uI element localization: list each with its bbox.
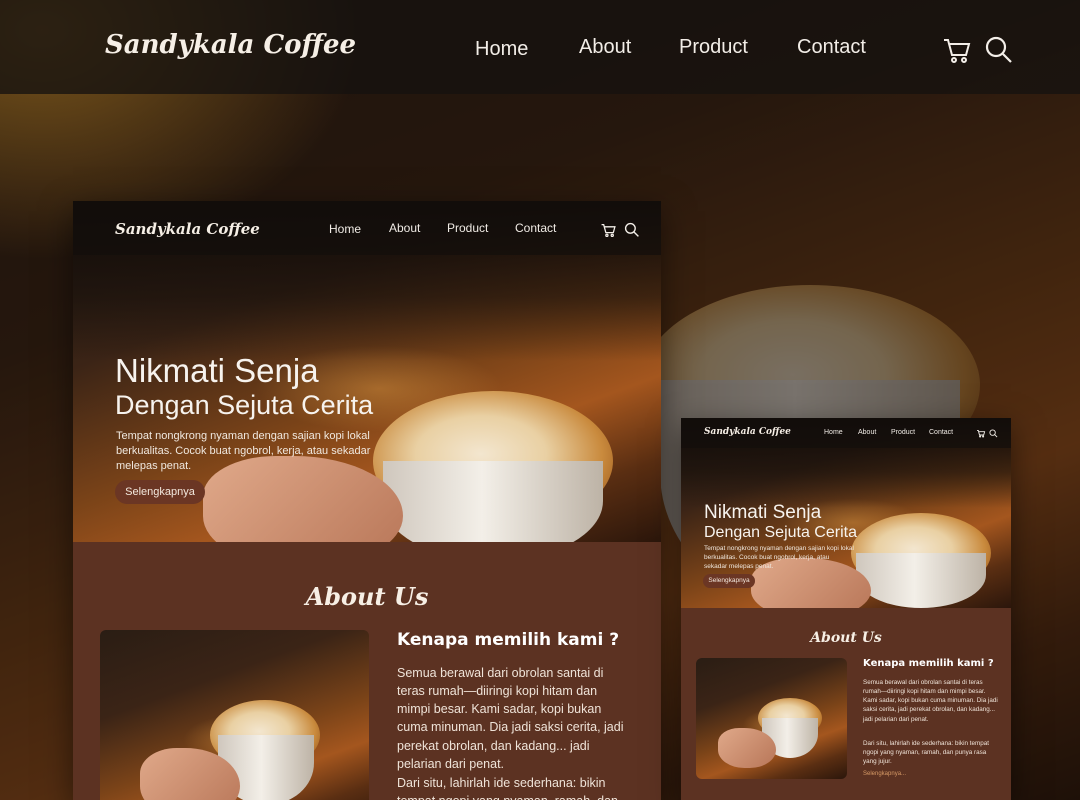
small-about-subheading: Kenapa memilih kami ? xyxy=(863,658,994,669)
small-hero-section: Sandykala Coffee Home About Product Cont… xyxy=(681,418,1011,608)
small-hero-description: Tempat nongkrong nyaman dengan sajian ko… xyxy=(704,545,854,570)
about-subheading: Kenapa memilih kami ? xyxy=(397,630,620,650)
small-mock-navbar: Sandykala Coffee Home About Product Cont… xyxy=(681,418,1011,448)
small-about-image xyxy=(696,658,847,779)
nav-product[interactable]: Product xyxy=(679,36,748,59)
hero-section: Sandykala Coffee Home About Product Cont… xyxy=(73,201,661,542)
about-paragraph-2: Dari situ, lahirlah ide sederhana: bikin… xyxy=(397,776,618,800)
about-heading: About Us xyxy=(305,582,429,611)
about-paragraph-1: Semua berawal dari obrolan santai di ter… xyxy=(397,666,624,771)
small-mock-nav-contact[interactable]: Contact xyxy=(929,429,953,436)
brand-logo[interactable]: Sandykala Coffee xyxy=(105,30,356,60)
hero-description: Tempat nongkrong nyaman dengan sajian ko… xyxy=(116,430,371,472)
small-about-paragraph-1: Semua berawal dari obrolan santai di ter… xyxy=(863,679,998,723)
search-icon[interactable] xyxy=(984,35,1014,65)
hero-cta-button[interactable]: Selengkapnya xyxy=(115,480,205,504)
small-hero-cta-button[interactable]: Selengkapnya xyxy=(703,574,755,588)
small-mock-nav-product[interactable]: Product xyxy=(891,429,915,436)
small-about-section: About Us Kenapa memilih kami ? Semua ber… xyxy=(681,608,1011,800)
small-mock-brand[interactable]: Sandykala Coffee xyxy=(704,427,791,437)
mock-navbar: Sandykala Coffee Home About Product Cont… xyxy=(73,201,661,255)
small-mock-nav-about[interactable]: About xyxy=(858,429,876,436)
small-mock-cart-icon[interactable] xyxy=(976,429,986,438)
mock-nav-product[interactable]: Product xyxy=(447,221,488,235)
small-mock-nav-home[interactable]: Home xyxy=(824,429,843,436)
about-section: About Us Kenapa memilih kami ? Semua ber… xyxy=(73,542,661,800)
mock-nav-about[interactable]: About xyxy=(389,221,420,235)
small-hero-title-line1: Nikmati Senja xyxy=(704,502,822,523)
main-navbar: Sandykala Coffee Home About Product Cont… xyxy=(0,0,1080,94)
desktop-mockup: Sandykala Coffee Home About Product Cont… xyxy=(73,201,661,800)
hero-title-line2: Dengan Sejuta Cerita xyxy=(115,390,374,420)
small-hero-title-line2: Dengan Sejuta Cerita xyxy=(704,524,857,541)
hero-title-line1: Nikmati Senja xyxy=(115,352,319,389)
mock-cart-icon[interactable] xyxy=(600,222,617,238)
mock-search-icon[interactable] xyxy=(624,222,640,238)
small-about-paragraph-2: Dari situ, lahirlah ide sederhana: bikin… xyxy=(863,740,990,766)
nav-home[interactable]: Home xyxy=(475,38,528,61)
nav-about[interactable]: About xyxy=(579,36,631,59)
small-mock-search-icon[interactable] xyxy=(989,429,998,438)
mock-nav-contact[interactable]: Contact xyxy=(515,221,556,235)
small-about-heading: About Us xyxy=(810,630,882,646)
small-read-more-link[interactable]: Selengkapnya... xyxy=(863,771,906,777)
about-image xyxy=(100,630,369,800)
mock-brand[interactable]: Sandykala Coffee xyxy=(115,220,260,238)
mock-nav-home[interactable]: Home xyxy=(329,222,361,236)
nav-contact[interactable]: Contact xyxy=(797,36,866,59)
tablet-mockup: Sandykala Coffee Home About Product Cont… xyxy=(681,418,1011,800)
cart-icon[interactable] xyxy=(942,35,972,65)
